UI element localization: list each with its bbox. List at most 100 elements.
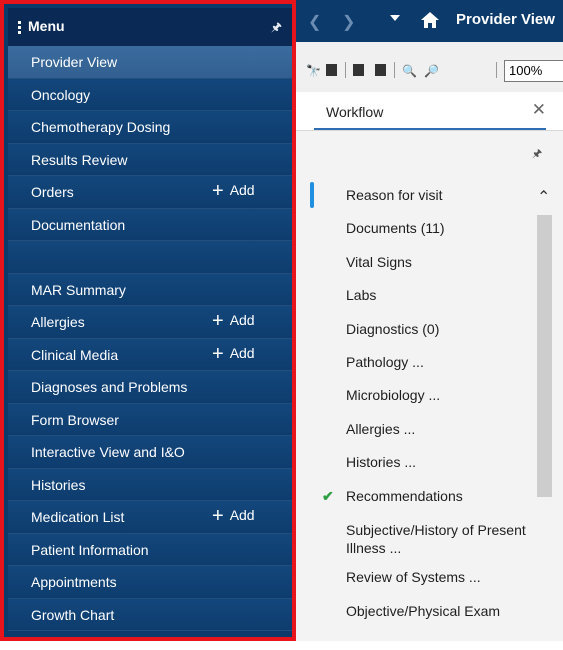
menu-item[interactable]: Documentation — [8, 208, 292, 241]
drag-handle-icon[interactable] — [18, 21, 21, 35]
tab-workflow[interactable]: Workflow ✕ — [314, 100, 546, 130]
menu-item-label: Diagnoses and Problems — [31, 379, 188, 395]
add-button[interactable]: + Add — [212, 180, 255, 202]
menu-item-label: Interactive View and I&O — [31, 444, 185, 460]
plus-icon: + — [212, 310, 224, 332]
menu-list: Provider View Oncology Chemotherapy Dosing… — [8, 46, 292, 631]
menu-item-label: Growth Chart — [31, 606, 115, 623]
workflow-section-label: Recommendations — [346, 487, 463, 504]
pin-icon[interactable]: 🖈 — [271, 18, 282, 39]
workflow-section-label: Reason for visit — [346, 187, 443, 203]
workflow-section-link[interactable]: Histories ... — [346, 454, 536, 487]
menu-item-label: Provider View — [31, 54, 118, 70]
menu-item[interactable]: Patient Information — [8, 533, 292, 566]
add-button[interactable]: + Add — [212, 310, 255, 332]
workflow-section-link[interactable]: ✔ Recommendations — [322, 487, 536, 521]
workflow-section-link[interactable]: Objective/Physical Exam — [346, 602, 536, 644]
plus-icon: + — [212, 180, 224, 202]
menu-item[interactable]: Provider View — [8, 46, 292, 79]
workflow-section-label: Labs — [346, 287, 377, 304]
workflow-section-link[interactable]: Pathology ... — [346, 354, 536, 387]
menu-header: Menu 🖈 — [8, 8, 292, 46]
close-icon[interactable]: ✕ — [532, 100, 546, 120]
menu-item[interactable]: Form Browser — [8, 403, 292, 436]
workflow-section-link[interactable]: Documents (11) — [346, 220, 536, 253]
workflow-section-label: Review of Systems ... — [346, 568, 481, 585]
workflow-section-link[interactable]: Allergies ... — [346, 421, 536, 454]
workflow-section-label: Diagnostics (0) — [346, 320, 440, 337]
add-button[interactable]: + Add — [212, 342, 255, 365]
menu-item[interactable]: Growth Chart — [8, 598, 292, 631]
menu-item[interactable]: Histories — [8, 468, 292, 501]
workflow-section-link[interactable]: Labs — [346, 287, 536, 320]
menu-item-label: Form Browser — [31, 411, 119, 428]
pin-icon[interactable]: 🖈 — [532, 145, 542, 164]
workflow-section-link[interactable]: Microbiology ... — [346, 387, 536, 420]
menu-item-label: Documentation — [31, 216, 126, 233]
chevron-down-icon[interactable] — [390, 15, 400, 21]
menu-item-label: Orders — [31, 184, 74, 200]
top-navigation-bar: ❮ ❯ Provider View — [296, 0, 563, 42]
add-button-label: Add — [229, 344, 255, 361]
workflow-panel: 🖈 Reason for visit Documents (11) Vital Si… — [296, 131, 563, 641]
document-icon[interactable] — [326, 64, 337, 76]
menu-item-label: Results Review — [31, 151, 128, 168]
chevron-up-icon[interactable]: ⌃ — [537, 187, 550, 207]
menu-item[interactable]: MAR Summary — [8, 273, 292, 306]
tab-workflow-label: Workflow — [326, 104, 384, 120]
add-button-label: Add — [229, 507, 255, 523]
plus-icon: + — [212, 505, 224, 527]
page-forward-icon[interactable] — [375, 64, 386, 76]
page-title: Provider View — [456, 11, 555, 28]
menu-item-label: Medication List — [31, 509, 125, 525]
menu-item[interactable]: Chemotherapy Dosing — [8, 111, 292, 144]
zoom-out-icon[interactable]: 🔍 — [402, 64, 417, 78]
menu-item-label: Histories — [31, 476, 86, 493]
back-arrow-icon[interactable]: ❮ — [308, 12, 321, 32]
menu-item[interactable]: Appointments — [8, 566, 292, 599]
workflow-section-label: Documents (11) — [346, 220, 445, 237]
menu-item[interactable] — [8, 241, 292, 274]
menu-item-label: Clinical Media — [31, 346, 119, 363]
workflow-section-label: Objective/Physical Exam — [346, 603, 501, 620]
workflow-section-link[interactable]: Review of Systems ... — [346, 569, 536, 602]
checkmark-icon: ✔ — [322, 487, 334, 504]
workflow-section-label: Microbiology ... — [346, 387, 441, 404]
workflow-section-label: Allergies ... — [346, 420, 416, 437]
menu-item[interactable]: Oncology — [8, 78, 292, 111]
workflow-section-link[interactable]: Reason for visit — [346, 187, 536, 220]
tab-bar: Workflow ✕ — [296, 92, 563, 131]
add-button-label: Add — [229, 312, 255, 328]
forward-arrow-icon[interactable]: ❯ — [342, 12, 355, 32]
workflow-list: Reason for visit Documents (11) Vital Sign… — [322, 187, 536, 650]
add-button[interactable]: + Add — [212, 505, 255, 527]
menu-item[interactable]: Clinical Media + Add — [8, 338, 292, 371]
active-section-indicator — [310, 182, 314, 208]
home-icon[interactable] — [420, 10, 440, 35]
workflow-section-link[interactable]: Diagnostics (0) — [346, 321, 536, 354]
menu-item[interactable]: Orders + Add — [8, 176, 292, 209]
zoom-input[interactable]: 100% — [504, 60, 563, 82]
menu-item-label: Allergies — [31, 314, 85, 330]
menu-item-label: Appointments — [31, 574, 117, 590]
menu-item-label: MAR Summary — [31, 281, 126, 298]
menu-item[interactable]: Allergies + Add — [8, 306, 292, 339]
zoom-in-icon[interactable]: 🔎 — [424, 64, 439, 78]
toolbar-divider — [394, 62, 395, 78]
menu-title: Menu — [28, 18, 65, 34]
menu-item[interactable]: Diagnoses and Problems — [8, 371, 292, 404]
menu-item[interactable]: Medication List + Add — [8, 501, 292, 534]
workflow-section-link[interactable]: Vital Signs — [346, 254, 536, 287]
scrollbar-thumb[interactable] — [537, 215, 552, 497]
workflow-section-label: Vital Signs — [346, 253, 412, 270]
binoculars-icon[interactable]: 🔭 — [306, 64, 321, 78]
toolbar-divider — [345, 62, 346, 78]
menu-item-label: Patient Information — [31, 541, 149, 558]
menu-item[interactable]: Results Review — [8, 143, 292, 176]
menu-item[interactable]: Interactive View and I&O — [8, 436, 292, 469]
page-back-icon[interactable] — [353, 64, 364, 76]
workflow-section-link[interactable]: Subjective/History of Present Illness ..… — [346, 521, 536, 563]
toolbar-divider — [496, 62, 497, 78]
menu-item-label: Oncology — [31, 86, 91, 103]
plus-icon: + — [212, 342, 224, 365]
